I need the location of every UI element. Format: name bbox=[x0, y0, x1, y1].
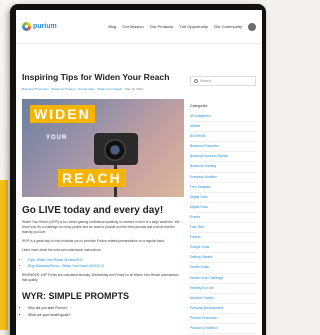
category-item[interactable]: Healthy Fun Life bbox=[190, 284, 256, 294]
avatar[interactable] bbox=[248, 22, 256, 31]
category-item[interactable]: Google Tools bbox=[190, 243, 256, 254]
category-item[interactable]: Everyday Nutrition bbox=[190, 173, 256, 183]
hero-word-your: YOUR bbox=[46, 135, 68, 141]
prompt-list: Why did you start Purium? What are your … bbox=[22, 305, 184, 319]
search-placeholder: Search... bbox=[200, 79, 214, 83]
category-item[interactable]: Business Training bbox=[190, 162, 256, 173]
category-item[interactable]: Health Goal Challenge bbox=[190, 274, 256, 284]
link-list: Flyer: Widen Your Reach @Yaber2021 Blog:… bbox=[22, 257, 184, 269]
paragraph: WYR is a great way to help motivate you … bbox=[22, 239, 165, 243]
nav-blog[interactable]: Blog bbox=[108, 24, 116, 29]
reminder-paragraph: REMINDER: LMP Points are calculated Mond… bbox=[22, 273, 179, 282]
paragraph: Learn more about the rules and submissio… bbox=[22, 248, 102, 252]
category-item[interactable]: Business Success Stories bbox=[190, 152, 256, 163]
prompt-item: Why did you start Purium? bbox=[28, 305, 184, 312]
meta-tag[interactable]: Business Promotion bbox=[22, 87, 49, 91]
search-icon bbox=[194, 79, 198, 83]
logo-icon bbox=[22, 22, 31, 31]
nav-our-mission[interactable]: Our Mission bbox=[122, 24, 143, 29]
laptop-frame: purium Blog Our Mission Our Products The… bbox=[10, 4, 266, 335]
yellow-accent bbox=[0, 180, 8, 330]
meta-tag[interactable]: Purple Jade bbox=[78, 87, 94, 91]
section-heading-live: Go LIVE today and every day! bbox=[22, 205, 164, 216]
category-list: All Categories Athlete BIOSHINE Business… bbox=[190, 112, 256, 335]
category-item[interactable]: Events bbox=[190, 213, 256, 224]
hero-image: WIDEN YOUR REACH bbox=[22, 99, 184, 197]
meta-tag[interactable]: Widen Your Reach bbox=[97, 87, 122, 91]
nav-our-products[interactable]: Our Products bbox=[150, 24, 174, 29]
category-item[interactable]: Fitness bbox=[190, 233, 256, 244]
browser-screen: purium Blog Our Mission Our Products The… bbox=[16, 10, 262, 335]
category-item[interactable]: Health Goals bbox=[190, 263, 256, 274]
category-item[interactable]: Product & Nutrition bbox=[190, 324, 256, 335]
category-item[interactable]: Free Samples bbox=[190, 183, 256, 193]
paragraph: Widen Your Reach (WYR) is ALL about gain… bbox=[22, 220, 180, 234]
link-item[interactable]: Blog: Business Promo - Widen Your Reach … bbox=[28, 263, 184, 269]
hero-word-reach: REACH bbox=[58, 169, 126, 187]
categories-heading: Categories bbox=[190, 104, 208, 108]
prompt-item: What are your health goals? bbox=[28, 312, 184, 319]
category-item[interactable]: Digital Tools bbox=[190, 203, 256, 213]
nav-opportunity[interactable]: The Opportunity bbox=[179, 24, 208, 29]
post-title: Inspiring Tips for Widen Your Reach bbox=[22, 72, 170, 82]
category-item[interactable]: Fast Start bbox=[190, 223, 256, 234]
category-item[interactable]: Nutrition Guides bbox=[190, 294, 256, 304]
nav-community[interactable]: Our Community bbox=[214, 24, 242, 29]
category-item[interactable]: Getting Started bbox=[190, 253, 256, 264]
post-main: Inspiring Tips for Widen Your Reach Busi… bbox=[22, 52, 184, 334]
category-item[interactable]: Digital Tools bbox=[190, 193, 256, 203]
site-logo[interactable]: purium bbox=[22, 22, 57, 31]
category-item[interactable]: Athlete bbox=[190, 122, 256, 133]
post-date: Mar 15, 2021 bbox=[125, 87, 143, 91]
logo-text: purium bbox=[33, 23, 57, 30]
category-item[interactable]: BIOSHINE bbox=[190, 132, 256, 143]
category-item[interactable]: Business Promotion bbox=[190, 142, 256, 153]
section-heading-prompts: WYR: SIMPLE PROMPTS bbox=[22, 291, 130, 301]
sidebar: Search... Categories All Categories Athl… bbox=[190, 52, 256, 335]
category-item[interactable]: Product Promotion bbox=[190, 314, 256, 324]
category-item[interactable]: Personal Development bbox=[190, 304, 256, 314]
category-item[interactable]: All Categories bbox=[190, 112, 256, 123]
camera-lens bbox=[104, 139, 126, 161]
hero-word-widen: WIDEN bbox=[30, 105, 95, 123]
main-nav: Blog Our Mission Our Products The Opport… bbox=[108, 22, 256, 31]
post-meta: Business Promotion Business Training Pur… bbox=[22, 87, 184, 91]
site-header: purium Blog Our Mission Our Products The… bbox=[16, 10, 262, 44]
meta-tag[interactable]: Business Training bbox=[52, 87, 76, 91]
search-box[interactable]: Search... bbox=[190, 76, 256, 86]
